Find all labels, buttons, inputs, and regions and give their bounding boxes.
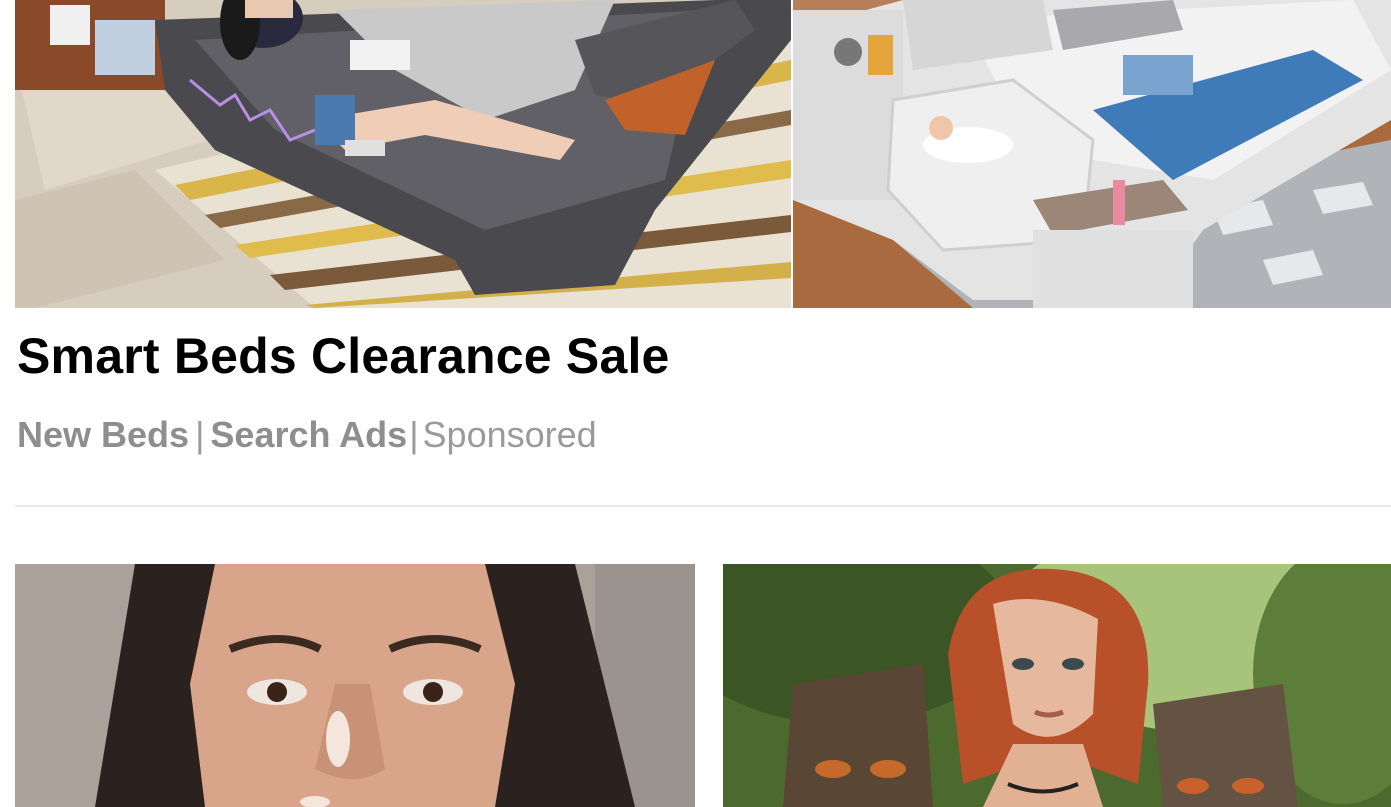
ad-image-smart-bed-sofa[interactable] <box>15 0 791 308</box>
ad-image-smart-bed-crib[interactable] <box>793 0 1391 308</box>
woman-portrait-photo <box>15 564 695 807</box>
feed-card-image-right[interactable] <box>723 564 1391 807</box>
feed-page: Smart Beds Clearance Sale New Beds | Searc… <box>0 0 1391 807</box>
sponsored-label: Sponsored <box>422 414 597 455</box>
meta-separator: | <box>409 414 419 455</box>
smart-bed-with-crib-photo <box>793 0 1391 308</box>
feed-card-image-left[interactable] <box>15 564 695 807</box>
smart-bed-sofa-photo <box>15 0 791 308</box>
ad-meta: New Beds | Search Ads| Sponsored <box>17 412 597 458</box>
meta-separator: | <box>195 414 205 455</box>
fantasy-forest-woman-photo <box>723 564 1391 807</box>
ad-headline[interactable]: Smart Beds Clearance Sale <box>17 326 670 386</box>
search-ads-link[interactable]: Search Ads <box>210 414 407 455</box>
feed-divider <box>15 505 1391 507</box>
ad-source-link[interactable]: New Beds <box>17 414 189 455</box>
